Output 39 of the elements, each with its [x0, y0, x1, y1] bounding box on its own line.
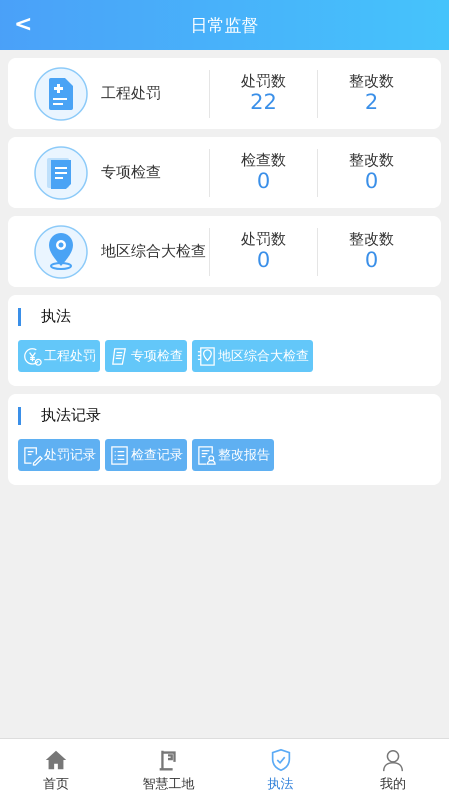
tab-item[interactable]: 我的	[336, 739, 449, 800]
stat-value: 0	[256, 249, 270, 273]
summary-card[interactable]: 专项检查 检查数 0 整改数 0	[8, 137, 441, 208]
stat-value: 0	[256, 170, 270, 194]
yen-coin-icon	[22, 346, 43, 366]
stat-value: 22	[250, 91, 277, 115]
stat-value: 0	[364, 249, 378, 273]
list-icon	[109, 444, 130, 466]
location-pin-icon	[33, 224, 89, 280]
section-title: 执法	[41, 307, 71, 326]
action-button[interactable]: 检查记录	[105, 439, 187, 471]
accent-bar	[18, 308, 21, 326]
medical-document-icon	[33, 66, 89, 122]
stat-label: 整改数	[349, 230, 394, 250]
card-title: 专项检查	[100, 163, 162, 182]
stat-value: 0	[364, 170, 378, 194]
section-title: 执法记录	[41, 406, 101, 425]
back-button[interactable]: <	[8, 8, 38, 41]
edit-document-icon	[22, 444, 43, 466]
action-button[interactable]: 整改报告	[192, 439, 274, 471]
stat-label: 整改数	[349, 72, 394, 92]
stat-label: 检查数	[241, 151, 286, 170]
map-book-icon	[196, 346, 217, 366]
accent-bar	[18, 406, 21, 424]
stat-label: 整改数	[349, 151, 394, 170]
card-title: 地区综合大检查	[100, 242, 207, 261]
summary-card[interactable]: 工程处罚 处罚数 22 整改数 2	[8, 58, 441, 129]
tab-item[interactable]: 智慧工地	[112, 739, 224, 800]
stat-value: 2	[364, 91, 378, 115]
action-button[interactable]: 处罚记录	[18, 439, 100, 471]
card-title: 工程处罚	[100, 84, 162, 103]
tab-item[interactable]: 执法	[224, 739, 337, 800]
document-icon	[33, 144, 89, 200]
stat-label: 处罚数	[241, 230, 286, 250]
tab-item[interactable]: 首页	[0, 739, 112, 800]
page-title: 日常监督	[190, 14, 258, 36]
summary-card[interactable]: 地区综合大检查 处罚数 0 整改数 0	[8, 216, 441, 287]
report-icon	[196, 444, 217, 466]
stat-label: 处罚数	[241, 72, 286, 92]
